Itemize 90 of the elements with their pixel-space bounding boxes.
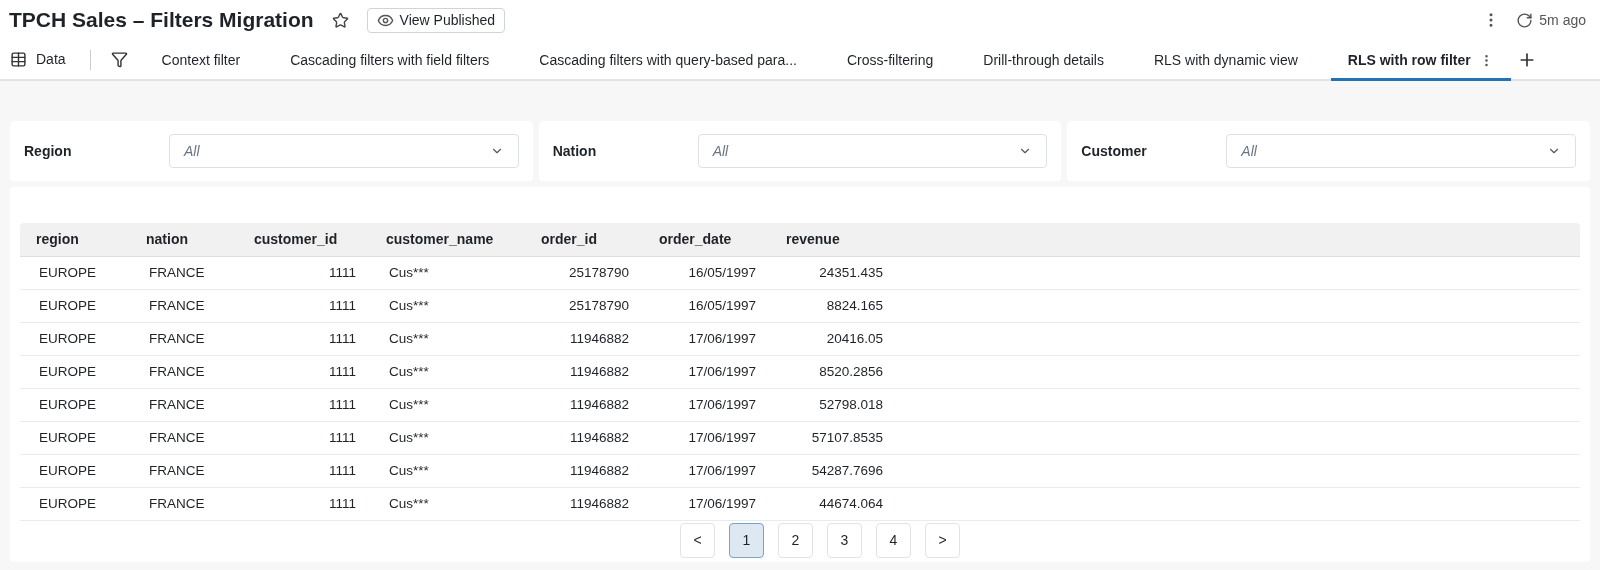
page-tab[interactable]: RLS with dynamic view [1136,42,1315,81]
filter-icon[interactable] [110,51,128,68]
filter-label: Region [24,141,73,161]
page-tab[interactable]: Cascading filters with field filters [273,42,507,81]
table-cell-text: 1111 [327,494,357,513]
table-cell-text: 17/06/1997 [687,428,757,447]
table-cell-text: 1111 [327,296,357,315]
table-cell-text: Cus*** [388,329,430,348]
table-cell-text: EUROPE [38,395,97,414]
table-cell-text: EUROPE [38,461,97,480]
column-header[interactable]: revenue [770,229,897,250]
table-cell-text: FRANCE [148,263,206,282]
table-cell-text: 1111 [327,395,357,414]
table-cell-text: EUROPE [38,329,97,348]
table-cell-text: Cus*** [388,428,430,447]
column-header[interactable]: nation [130,229,238,250]
refresh-time: 5m ago [1539,10,1586,30]
page-button[interactable]: 3 [827,523,862,558]
table-cell-text: 16/05/1997 [687,263,757,282]
table-cell-text: 24351.435 [818,263,884,282]
table-cell-text: EUROPE [38,263,97,282]
table-cell-text: EUROPE [38,428,97,447]
table-cell-text: 17/06/1997 [687,395,757,414]
table-cell-text: EUROPE [38,494,97,513]
table-cell-text: 11946882 [568,362,630,381]
table-cell-text: 17/06/1997 [687,461,757,480]
page-tab[interactable]: RLS with row filter [1330,42,1511,81]
table-cell-text: 11946882 [568,461,630,480]
table-cell-text: 44674.064 [818,494,884,513]
page-button[interactable]: 2 [778,523,813,558]
view-published-button[interactable]: View Published [366,7,506,33]
table-cell-text: FRANCE [148,428,206,447]
page-button[interactable]: 1 [729,523,764,558]
table-cell-text: FRANCE [148,329,206,348]
dashboard-title: TPCH Sales – Filters Migration [9,7,314,34]
column-header[interactable]: order_id [525,229,643,250]
filter-dropdown[interactable]: All [697,134,1048,168]
table-icon[interactable] [10,51,27,68]
table-cell-text: 11946882 [568,428,630,447]
table-cell-text: 57107.8535 [810,428,884,447]
table-cell-text: 1111 [327,329,357,348]
filter-dropdown[interactable]: All [169,134,519,168]
table-cell-text: 20416.05 [825,329,884,348]
table-cell-text: 11946882 [568,494,630,513]
table-cell-text: Cus*** [388,296,430,315]
previous-page-button[interactable]: < [680,523,715,558]
table-cell-text: 25178790 [567,296,630,315]
star-icon[interactable] [331,11,349,29]
table-cell-text: Cus*** [388,494,430,513]
table-cell-text: 8824.165 [825,296,884,315]
table-cell-text: Cus*** [388,395,430,414]
page-tab[interactable]: Cross-filtering [829,42,951,81]
table-cell-text: 25178790 [567,263,630,282]
table-cell-text: EUROPE [38,362,97,381]
data-tab[interactable]: Data [36,49,66,70]
table-cell-text: 17/06/1997 [687,362,757,381]
table-cell-text: 8520.2856 [818,362,884,381]
table-cell-text: 16/05/1997 [687,296,757,315]
table-cell-text: Cus*** [388,362,430,381]
table-cell-text: 11946882 [568,329,630,348]
table-cell-text: 1111 [327,461,357,480]
table-cell-text: 54287.7696 [810,461,884,480]
page-button[interactable]: 4 [876,523,911,558]
table-cell-text: Cus*** [388,461,430,480]
column-header[interactable]: order_date [643,229,770,250]
filter-label: Customer [1081,141,1148,161]
table-cell-text: Cus*** [388,263,430,282]
refresh-icon[interactable] [1516,11,1534,29]
table-cell-text: FRANCE [148,296,206,315]
page-tab[interactable]: Drill-through details [966,42,1121,81]
next-page-button[interactable]: > [925,523,960,558]
table-cell-text: 52798.018 [818,395,884,414]
filter-dropdown[interactable]: All [1226,134,1576,168]
table-cell-text: 11946882 [568,395,630,414]
page-tab[interactable]: Cascading filters with query-based para... [522,42,814,81]
table-cell-text: FRANCE [148,494,206,513]
table-cell-text: 17/06/1997 [687,494,757,513]
table-cell-text: 1111 [327,263,357,282]
column-header[interactable]: customer_name [370,229,525,250]
table-cell-text: 1111 [327,428,357,447]
column-header[interactable]: customer_id [238,229,370,250]
filter-label: Nation [552,141,598,161]
table-cell-text: FRANCE [148,362,206,381]
table-cell-text: EUROPE [38,296,97,315]
column-header[interactable]: region [20,229,130,250]
table-cell-text: FRANCE [148,395,206,414]
table-cell-text: FRANCE [148,461,206,480]
page-tab[interactable]: Context filter [144,42,258,81]
table-cell-text: 1111 [327,362,357,381]
table-cell-text: 17/06/1997 [687,329,757,348]
